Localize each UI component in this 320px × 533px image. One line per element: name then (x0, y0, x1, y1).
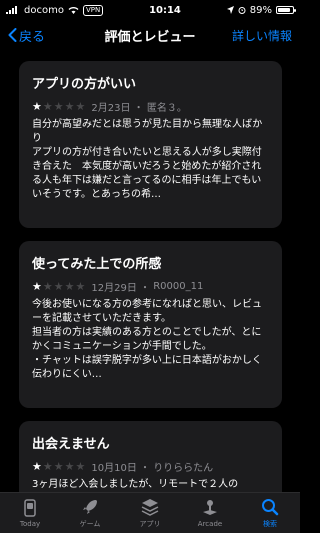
review-title: アプリの方がいい (32, 77, 137, 92)
back-label: 戻る (19, 29, 46, 45)
tab-label: Today (19, 520, 41, 528)
review-line: 3ヶ月ほど入会しましたが、リモートで２人の (32, 479, 239, 490)
tab-label: アプリ (139, 520, 161, 528)
back-button[interactable]: 戻る (8, 26, 45, 45)
meta-separator: ・ (136, 463, 154, 474)
tab-today[interactable]: Today (0, 493, 60, 533)
battery-percent: 89% (249, 4, 272, 16)
joystick-icon (203, 500, 217, 515)
star-filled-icon: ★ (32, 280, 42, 293)
review-meta: ★ ★ ★ ★ ★ 10月10日 ・ りりららたん (32, 459, 271, 474)
alarm-icon (238, 7, 246, 14)
review-title: 使ってみた上での所感 (32, 257, 162, 272)
carrier-label: docomo (24, 4, 64, 16)
meta-separator: ・ (136, 283, 154, 294)
review-meta: ★ ★ ★ ★ ★ 2月23日 ・ 匿名３。 (32, 99, 271, 114)
star-rating: ★ ★ ★ ★ ★ (32, 281, 85, 292)
meta-separator: ・ (130, 103, 147, 114)
review-author: R0000_11 (153, 281, 204, 292)
star-filled-icon: ★ (32, 460, 42, 473)
review-card[interactable]: 使ってみた上での所感 ★ ★ ★ ★ ★ 12月29日 ・ R0000_11 今後お使い… (19, 241, 282, 408)
review-card[interactable]: アプリの方がいい ★ ★ ★ ★ ★ 2月23日 ・ 匿名３。 自分が高望みだとは思うが… (19, 61, 282, 228)
review-date: 12月29日 (91, 283, 137, 294)
star-rating: ★ ★ ★ ★ ★ (32, 101, 85, 112)
tab-apps[interactable]: アプリ (120, 493, 180, 533)
review-author: りりららたん (153, 463, 214, 474)
status-bar: docomo VPN 10:14 89% (0, 0, 300, 20)
rocket-icon (83, 500, 97, 514)
review-title: 出会えません (32, 437, 110, 452)
star-empty-icon: ★ (53, 280, 64, 293)
chevron-left-icon (8, 28, 17, 42)
review-body: 自分が高望みだとは思うが見た目から無理な人ばかり アプリの方が付き合いたいと思え… (32, 118, 271, 202)
star-empty-icon: ★ (75, 280, 86, 293)
signal-icon (6, 6, 17, 14)
layers-icon (141, 499, 159, 516)
review-line: 担当者の方は実績のある方とのことでしたが、とにかくコミュニケーションが手間でした… (32, 327, 262, 352)
tab-games[interactable]: ゲーム (60, 493, 120, 533)
clock: 10:14 (149, 4, 181, 16)
star-empty-icon: ★ (75, 100, 86, 113)
review-body: 3ヶ月ほど入会しましたが、リモートで２人の (32, 478, 271, 492)
review-line: 今後お使いになる方の参考になればと思い、レビューを記載させていただきます。 (32, 299, 262, 324)
status-left: docomo VPN (6, 4, 104, 16)
vpn-badge: VPN (82, 4, 104, 16)
review-card[interactable]: 出会えません ★ ★ ★ ★ ★ 10月10日 ・ りりららたん 3ヶ月ほど入会しました… (19, 421, 282, 492)
star-empty-icon: ★ (64, 280, 75, 293)
tab-arcade[interactable]: Arcade (180, 493, 240, 533)
star-empty-icon: ★ (42, 280, 53, 293)
review-line: ・チャットは誤字脱字が多い上に日本語がおかしく伝わりにくい… (32, 355, 262, 380)
wifi-icon (68, 7, 79, 14)
star-empty-icon: ★ (53, 100, 64, 113)
star-rating: ★ ★ ★ ★ ★ (32, 461, 85, 472)
navigation-bar: 戻る 評価とレビュー 詳しい情報 (0, 20, 300, 50)
review-date: 10月10日 (91, 463, 137, 474)
review-meta: ★ ★ ★ ★ ★ 12月29日 ・ R0000_11 (32, 279, 271, 294)
more-info-button[interactable]: 詳しい情報 (232, 27, 292, 44)
star-empty-icon: ★ (42, 100, 53, 113)
location-icon (226, 6, 234, 14)
star-empty-icon: ★ (75, 460, 86, 473)
review-author: 匿名３。 (146, 103, 187, 114)
tab-bar: Today ゲーム アプリ Arcade 検索 (0, 492, 300, 533)
search-icon (262, 499, 279, 516)
status-right: 89% (226, 4, 296, 16)
review-line: アプリの方が付き合いたいと思える人が多し実際付き合えた 本気度が高いだろうと始め… (32, 147, 262, 200)
battery-fill (278, 8, 291, 12)
tab-label: 検索 (263, 520, 277, 528)
star-empty-icon: ★ (64, 100, 75, 113)
star-empty-icon: ★ (42, 460, 53, 473)
today-icon (24, 499, 36, 517)
review-date: 2月23日 (91, 103, 131, 114)
review-body: 今後お使いになる方の参考になればと思い、レビューを記載させていただきます。 担当… (32, 298, 271, 382)
review-line: 自分が高望みだとは思うが見た目から無理な人ばかり (32, 119, 263, 144)
tab-label: ゲーム (79, 520, 101, 528)
star-empty-icon: ★ (53, 460, 64, 473)
reviews-list: アプリの方がいい ★ ★ ★ ★ ★ 2月23日 ・ 匿名３。 自分が高望みだとは思うが… (0, 58, 300, 492)
star-empty-icon: ★ (64, 460, 75, 473)
tab-search[interactable]: 検索 (240, 493, 300, 533)
star-filled-icon: ★ (32, 100, 42, 113)
battery-icon (276, 6, 296, 14)
tab-label: Arcade (197, 520, 223, 528)
